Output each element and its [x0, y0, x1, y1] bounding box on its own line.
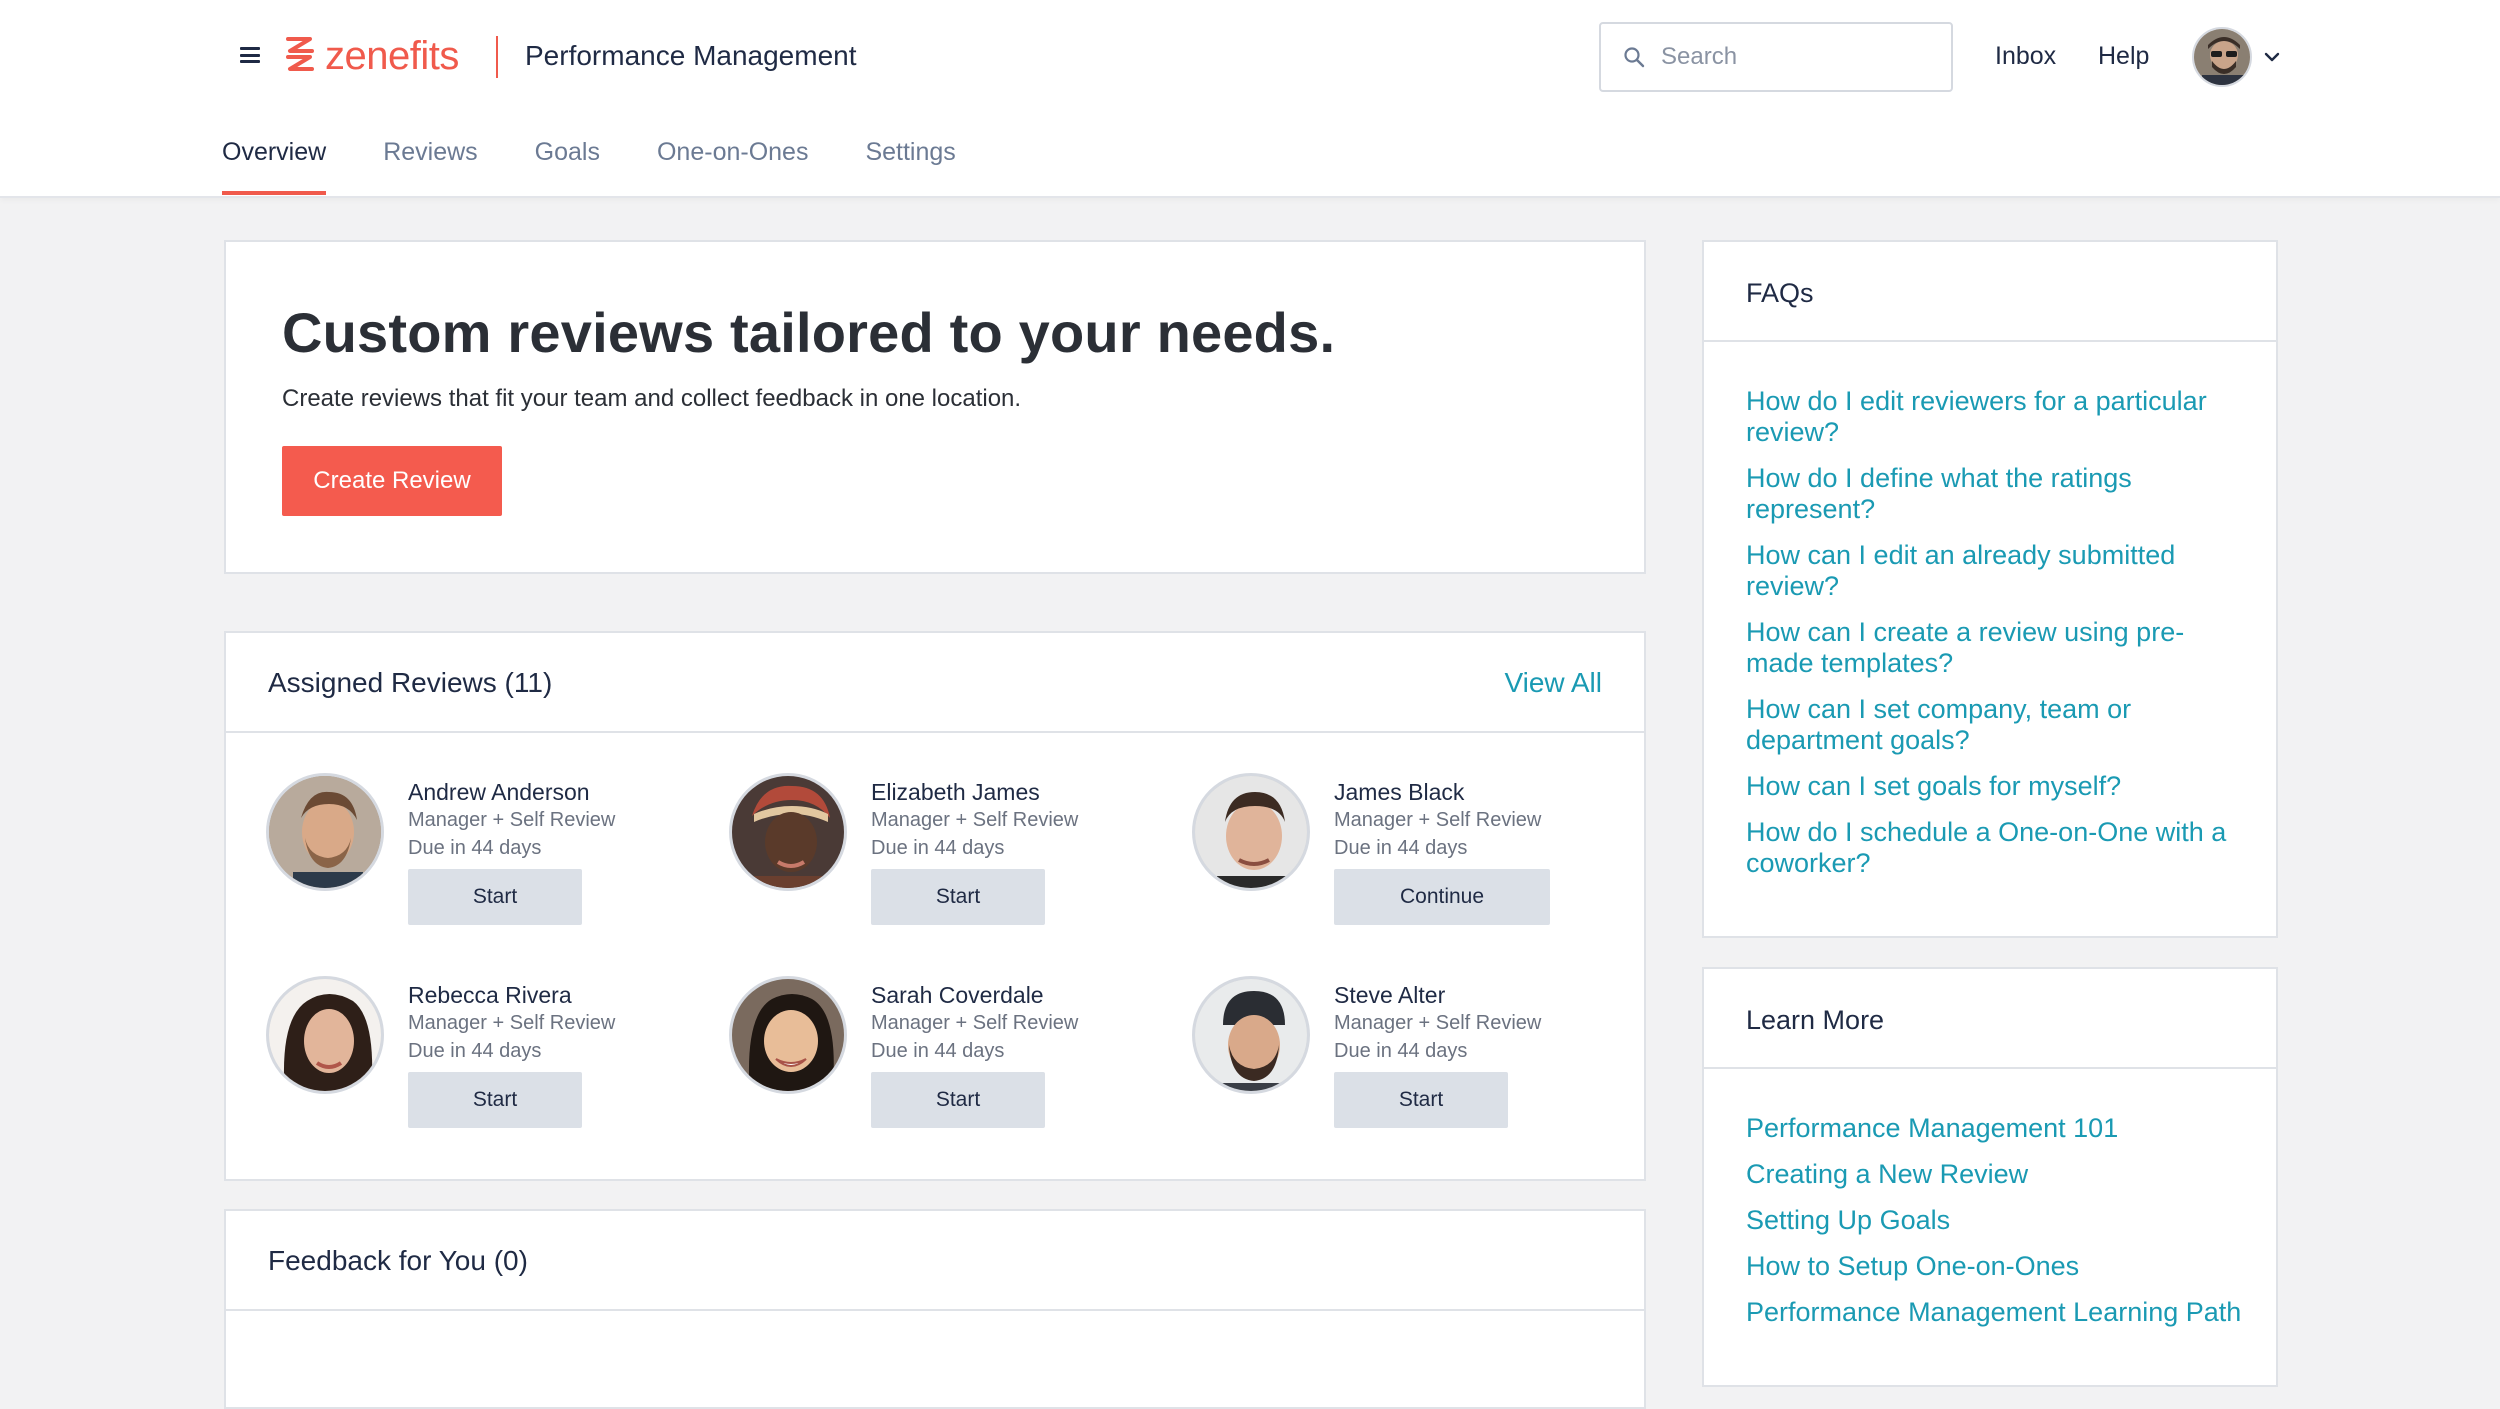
search-box[interactable]	[1599, 22, 1953, 92]
start-review-button[interactable]: Start	[871, 869, 1045, 925]
learn-more-title: Learn More	[1746, 1005, 1885, 1035]
start-review-button[interactable]: Start	[408, 869, 582, 925]
search-input[interactable]	[1661, 43, 1921, 71]
reviewer-avatar	[266, 976, 384, 1094]
help-link[interactable]: Help	[2098, 42, 2149, 71]
feedback-card: Feedback for You (0)	[224, 1209, 1646, 1409]
learn-more-link[interactable]: Performance Management Learning Path	[1746, 1297, 2246, 1328]
nav-tabs: Overview Reviews Goals One-on-Ones Setti…	[222, 138, 1013, 195]
reviewer-name[interactable]: Andrew Anderson	[408, 779, 590, 806]
reviewer-item: Rebecca Rivera Manager + Self Review Due…	[266, 976, 706, 1136]
zenefits-logo[interactable]: zenefits	[285, 32, 459, 80]
tab-goals[interactable]: Goals	[535, 138, 600, 193]
reviewer-avatar	[729, 976, 847, 1094]
user-menu[interactable]	[2192, 27, 2280, 87]
review-type: Manager + Self Review	[408, 809, 616, 831]
inbox-link[interactable]: Inbox	[1995, 42, 2056, 71]
reviewer-avatar	[1192, 773, 1310, 891]
continue-review-button[interactable]: Continue	[1334, 869, 1550, 925]
reviewer-name[interactable]: Elizabeth James	[871, 779, 1040, 806]
review-type: Manager + Self Review	[408, 1012, 616, 1034]
review-type: Manager + Self Review	[871, 1012, 1079, 1034]
learn-more-link[interactable]: How to Setup One-on-Ones	[1746, 1251, 2246, 1282]
hero-subtitle: Create reviews that fit your team and co…	[282, 385, 1022, 412]
due-date: Due in 44 days	[871, 837, 1005, 859]
faq-link[interactable]: How can I create a review using pre-made…	[1746, 617, 2246, 679]
user-avatar[interactable]	[2192, 27, 2252, 87]
learn-more-link[interactable]: Setting Up Goals	[1746, 1205, 2246, 1236]
faq-link[interactable]: How do I schedule a One-on-One with a co…	[1746, 817, 2246, 879]
tab-reviews[interactable]: Reviews	[383, 138, 477, 193]
top-header: zenefits Performance Management Inbox He…	[0, 0, 2500, 198]
reviewer-name[interactable]: Steve Alter	[1334, 982, 1445, 1009]
reviewer-avatar	[1192, 976, 1310, 1094]
faq-link[interactable]: How can I edit an already submitted revi…	[1746, 540, 2246, 602]
faq-list: How do I edit reviewers for a particular…	[1746, 386, 2246, 894]
feedback-title: Feedback for You (0)	[268, 1245, 528, 1276]
search-icon	[1624, 47, 1645, 68]
due-date: Due in 44 days	[408, 837, 542, 859]
tab-settings[interactable]: Settings	[865, 138, 955, 193]
view-all-link[interactable]: View All	[1504, 667, 1602, 699]
start-review-button[interactable]: Start	[1334, 1072, 1508, 1128]
faq-link[interactable]: How do I edit reviewers for a particular…	[1746, 386, 2246, 448]
chevron-down-icon[interactable]	[2264, 52, 2280, 62]
learn-more-header: Learn More	[1704, 969, 2276, 1069]
reviewer-item: Sarah Coverdale Manager + Self Review Du…	[729, 976, 1169, 1136]
due-date: Due in 44 days	[408, 1040, 542, 1062]
app-title: Performance Management	[525, 40, 857, 71]
start-review-button[interactable]: Start	[408, 1072, 582, 1128]
review-type: Manager + Self Review	[871, 809, 1079, 831]
reviewer-item: Steve Alter Manager + Self Review Due in…	[1192, 976, 1632, 1136]
start-review-button[interactable]: Start	[871, 1072, 1045, 1128]
zenefits-logo-icon	[286, 37, 314, 71]
faq-link[interactable]: How can I set goals for myself?	[1746, 771, 2246, 802]
reviewer-name[interactable]: Sarah Coverdale	[871, 982, 1044, 1009]
faqs-card: FAQs How do I edit reviewers for a parti…	[1702, 240, 2278, 938]
feedback-header: Feedback for You (0)	[226, 1211, 1644, 1311]
logo-text: zenefits	[325, 33, 459, 78]
reviewer-avatar	[729, 773, 847, 891]
hero-card: Custom reviews tailored to your needs. C…	[224, 240, 1646, 574]
learn-more-card: Learn More Performance Management 101 Cr…	[1702, 967, 2278, 1387]
learn-more-link[interactable]: Creating a New Review	[1746, 1159, 2246, 1190]
reviewer-name[interactable]: James Black	[1334, 779, 1464, 806]
reviewer-item: James Black Manager + Self Review Due in…	[1192, 773, 1632, 933]
review-type: Manager + Self Review	[1334, 1012, 1542, 1034]
learn-more-list: Performance Management 101 Creating a Ne…	[1746, 1113, 2246, 1343]
tab-overview[interactable]: Overview	[222, 138, 327, 195]
faqs-title: FAQs	[1746, 278, 1814, 308]
create-review-button[interactable]: Create Review	[282, 446, 502, 516]
reviewer-item: Elizabeth James Manager + Self Review Du…	[729, 773, 1169, 933]
learn-more-link[interactable]: Performance Management 101	[1746, 1113, 2246, 1144]
faqs-header: FAQs	[1704, 242, 2276, 342]
faq-link[interactable]: How can I set company, team or departmen…	[1746, 694, 2246, 756]
assigned-reviews-header: Assigned Reviews (11) View All	[226, 633, 1644, 733]
assigned-reviews-card: Assigned Reviews (11) View All Andrew An…	[224, 631, 1646, 1181]
menu-icon[interactable]	[240, 47, 260, 63]
due-date: Due in 44 days	[1334, 837, 1468, 859]
review-type: Manager + Self Review	[1334, 809, 1542, 831]
due-date: Due in 44 days	[871, 1040, 1005, 1062]
reviewer-name[interactable]: Rebecca Rivera	[408, 982, 572, 1009]
header-divider	[496, 36, 498, 78]
faq-link[interactable]: How do I define what the ratings represe…	[1746, 463, 2246, 525]
reviewer-avatar	[266, 773, 384, 891]
hero-title: Custom reviews tailored to your needs.	[282, 301, 1336, 364]
assigned-reviews-title: Assigned Reviews (11)	[268, 667, 553, 698]
due-date: Due in 44 days	[1334, 1040, 1468, 1062]
reviewer-item: Andrew Anderson Manager + Self Review Du…	[266, 773, 706, 933]
tab-one-on-ones[interactable]: One-on-Ones	[657, 138, 808, 193]
